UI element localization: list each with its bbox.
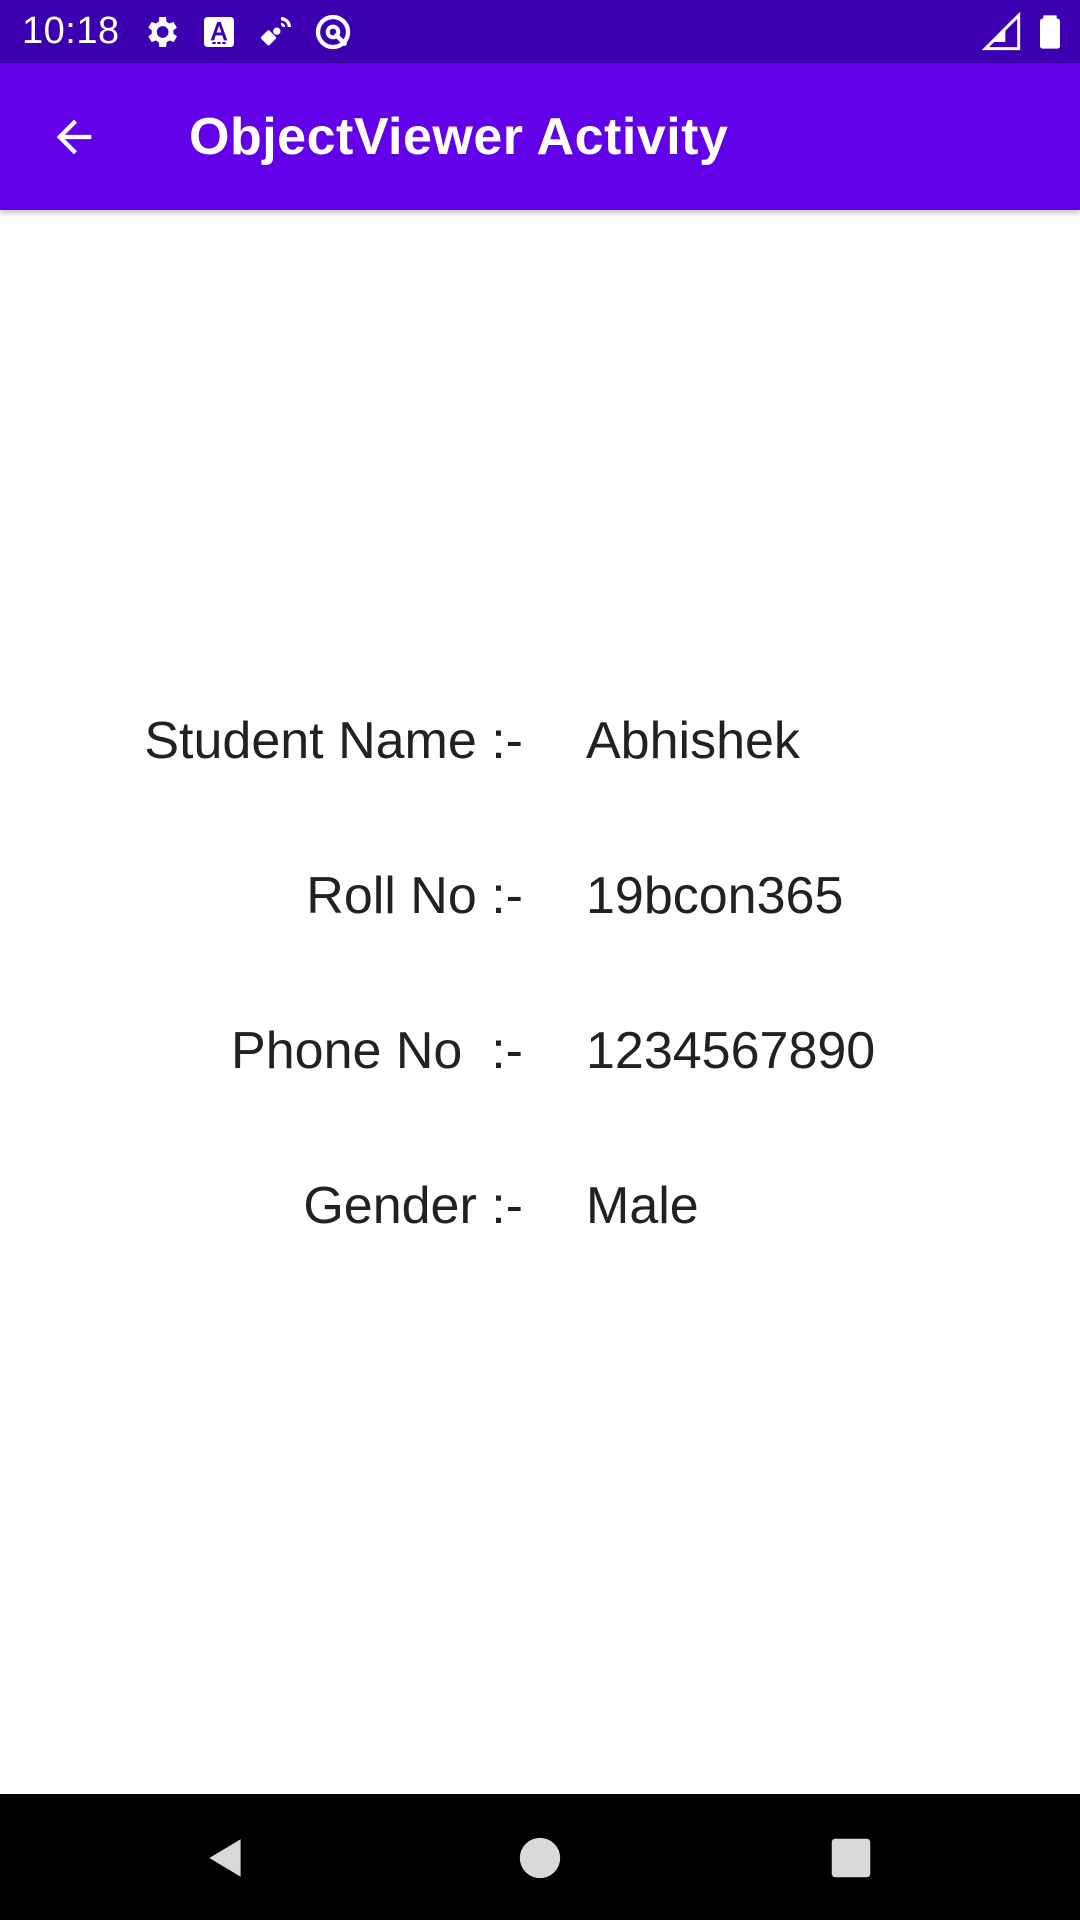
- nav-home-button[interactable]: [504, 1822, 576, 1894]
- student-name-value: Abhishek: [586, 712, 800, 770]
- cell-signal-icon: [982, 12, 1022, 52]
- gear-icon: [141, 12, 181, 52]
- nav-recents-button[interactable]: [815, 1822, 887, 1894]
- back-triangle-icon: [201, 1833, 251, 1883]
- info-row-student-name: Student Name :- Abhishek: [0, 708, 1080, 774]
- text-a-icon: [199, 12, 239, 52]
- student-name-label: Student Name :-: [144, 712, 523, 770]
- navigation-bar: [0, 1794, 1080, 1920]
- info-row-roll-no: Roll No :- 19bcon365: [0, 863, 1080, 929]
- status-time: 10:18: [22, 10, 120, 52]
- info-row-gender: Gender :- Male: [0, 1173, 1080, 1239]
- battery-icon: [1030, 12, 1070, 52]
- home-circle-icon: [518, 1836, 562, 1880]
- recents-square-icon: [830, 1837, 872, 1879]
- at-sign-icon: [313, 12, 353, 52]
- satellite-icon: [256, 12, 296, 52]
- phone-no-label: Phone No :-: [231, 1022, 523, 1080]
- roll-no-value: 19bcon365: [586, 867, 844, 925]
- app-bar: ObjectViewer Activity: [0, 63, 1080, 210]
- phone-no-value: 1234567890: [586, 1022, 876, 1080]
- info-row-phone-no: Phone No :- 1234567890: [0, 1018, 1080, 1084]
- roll-no-label: Roll No :-: [306, 867, 523, 925]
- page-title: ObjectViewer Activity: [189, 108, 729, 166]
- status-bar: 10:18: [0, 0, 1080, 63]
- gender-value: Male: [586, 1177, 699, 1235]
- gender-label: Gender :-: [303, 1177, 523, 1235]
- back-button[interactable]: [36, 99, 112, 175]
- arrow-back-icon: [48, 111, 100, 163]
- nav-back-button[interactable]: [190, 1822, 262, 1894]
